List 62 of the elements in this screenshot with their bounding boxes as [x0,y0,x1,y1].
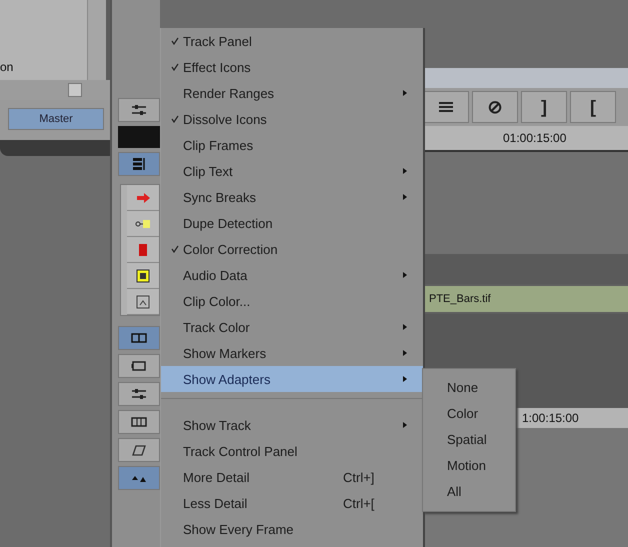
tool-button[interactable] [118,354,160,378]
menu-item[interactable]: Show Every Frame [161,516,423,542]
arrow-button[interactable] [68,83,82,97]
toolbar-button[interactable]: ] [521,91,567,123]
tool-button[interactable] [118,382,160,406]
menu-item[interactable]: Sync Breaks [161,184,423,210]
lines-icon [438,101,454,113]
tool-button[interactable] [118,410,160,434]
menu-item[interactable]: Less Detail Ctrl+[ [161,490,423,516]
track-button[interactable] [127,289,159,315]
menu-item[interactable]: Render Ranges [161,80,423,106]
menu-item[interactable]: Clip Frames [161,132,423,158]
scroll-bar[interactable] [87,0,106,80]
track-button[interactable] [127,237,159,263]
menu-item[interactable]: Track Control Panel [161,438,423,464]
menu-item[interactable]: Show Adapters [161,366,423,392]
menu-item[interactable]: Spatial [423,427,515,453]
menu-item[interactable]: Dupe Detection [161,210,423,236]
menu-item[interactable]: Audio Data [161,262,423,288]
sliders-icon [131,104,147,116]
menu-item[interactable]: Motion [423,453,515,479]
track-button[interactable] [127,185,159,211]
menu-item[interactable]: All [423,479,515,505]
track-button[interactable] [127,211,159,237]
menu-item[interactable]: Dissolve Icons [161,106,423,132]
toolbar-button[interactable]: ⊘ [472,91,518,123]
clip-bar[interactable]: PTE_Bars.tif [423,286,628,312]
nodes-icon [135,218,151,228]
rectangle-icon [138,242,148,256]
menu-item[interactable]: Track Color [161,314,423,340]
track-button[interactable] [127,263,159,289]
menu-item[interactable]: Color Correction [161,236,423,262]
square-frame-icon [136,268,150,282]
tool-button[interactable] [118,98,160,122]
toolbar-button[interactable] [423,91,469,123]
film-icon [131,417,147,427]
tool-button[interactable] [118,326,160,350]
arrow-icon [136,192,150,202]
tool-button[interactable] [118,152,160,176]
menu-item[interactable]: Track Panel [161,28,423,54]
menu-item[interactable]: Color [423,401,515,427]
menu-item[interactable]: None [423,375,515,401]
list-icon [132,157,146,171]
shortcut-text: Ctrl+] [343,470,376,484]
menu-item[interactable]: More Detail Ctrl+] [161,464,423,490]
frame-icon [131,360,147,372]
sliders-icon [131,388,147,400]
menu-item[interactable]: Clip Color... [161,288,423,314]
toolbar-button[interactable]: [ [570,91,616,123]
list-text: on [0,60,14,74]
menu-item[interactable]: Show Track [161,412,423,438]
tool-button[interactable] [118,438,160,462]
shortcut-text: Ctrl+[ [343,496,376,510]
timecode: 1:00:15:00 [522,411,579,425]
menu-item[interactable]: Clip Text [161,158,423,184]
tool-button[interactable] [118,466,160,490]
menu-item[interactable]: Effect Icons [161,54,423,80]
display-box [118,126,160,148]
split-icon [131,333,147,343]
master-tab[interactable]: Master [8,108,104,130]
timecode: 01:00:15:00 [503,131,566,145]
menu-item[interactable]: Show Markers [161,340,423,366]
